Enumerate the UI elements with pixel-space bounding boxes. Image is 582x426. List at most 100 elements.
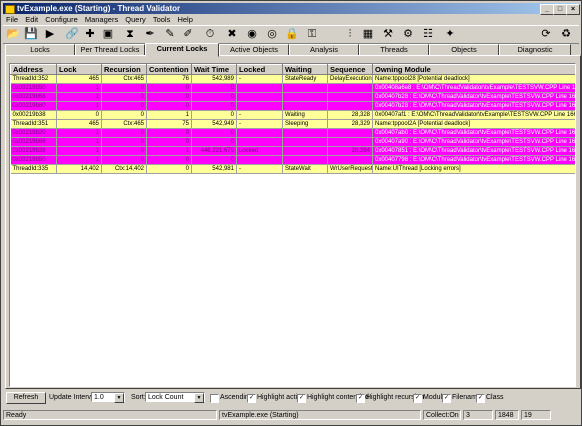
column-header[interactable]: Waiting [282, 64, 328, 75]
table-row[interactable]: 0x00219b38 1 0 1 446,221,679 Locked 28,284 0x00… [10, 146, 575, 156]
table-cell: 0 [191, 128, 237, 138]
column-header[interactable]: Lock [56, 64, 102, 75]
table-row[interactable]: 0x00219b20 1 0 0 0 0x00407ab0 : E:\OM\C\Threa… [10, 128, 575, 138]
table-cell: 0x00407b28 : E:\OM\C\ThreadValidator\tvE… [372, 92, 575, 102]
pen-icon[interactable]: ✒ [143, 28, 157, 41]
menu-tools[interactable]: Tools [153, 15, 171, 24]
table-cell: 0x00407b28 : E:\OM\C\ThreadValidator\tvE… [372, 101, 575, 111]
key-icon[interactable]: ⚿ [305, 28, 319, 41]
table-cell: 1 [56, 155, 102, 165]
tab-current-locks[interactable]: Current Locks [145, 43, 219, 57]
gear-icon[interactable]: ⚙ [401, 28, 415, 41]
table-cell: 28,328 [327, 110, 373, 120]
settings-icon[interactable]: ✦ [443, 28, 457, 41]
chevron-down-icon[interactable]: ▼ [114, 393, 124, 403]
status-count-b: 1848 [495, 410, 519, 420]
stopwatch-icon[interactable]: ⏱ [203, 28, 217, 41]
table-row[interactable]: 0x00219b68 1 0 0 0 0x00407a90 : E:\OM\C\Threa… [10, 137, 575, 147]
ascending-checkbox[interactable] [210, 394, 219, 403]
menu-managers[interactable]: Managers [85, 15, 118, 24]
table-row[interactable]: 0x00219b50 1 0 0 0 0x00408a6e8 : E:\OM\C\Thre… [10, 83, 575, 93]
table-cell: 0x00219b20 [10, 128, 57, 138]
table-cell [282, 83, 328, 93]
column-header[interactable]: Locked [236, 64, 283, 75]
table-cell: 542,981 [191, 164, 237, 174]
filename-checkbox[interactable]: ✓ [442, 394, 451, 403]
locks-grid[interactable]: Address Lock Recursion Contention Wait Time L… [9, 63, 576, 387]
table-row[interactable]: ThreadId:352 465 Ctx:465 76 542,989- StateRea… [10, 74, 575, 84]
table-row[interactable]: 0x00219b50 1 0 0 0 0x00407798 : E:\OM\C\Threa… [10, 155, 575, 165]
table-cell: 1 [56, 92, 102, 102]
highlight-contended-checkbox[interactable]: ✓ [297, 394, 306, 403]
stop-icon[interactable]: ✖ [225, 28, 239, 41]
table-row[interactable]: 0x00219b68 1 0 0 0 0x00407b28 : E:\OM\C\Threa… [10, 92, 575, 102]
highlight-active-checkbox[interactable]: ✓ [247, 394, 256, 403]
highlight-recursion-checkbox[interactable]: ✓ [356, 394, 365, 403]
table-cell: 0 [191, 110, 237, 120]
chip-icon[interactable]: ▦ [361, 28, 375, 41]
table-row[interactable]: 0x00219b38 0 0 1 0- Waiting 28,328 0x00407af1 :… [10, 110, 575, 120]
table-cell [327, 155, 373, 165]
class-label: Class [486, 394, 504, 401]
table-cell: 1 [146, 146, 192, 156]
maximize-button[interactable]: □ [553, 4, 567, 15]
save-icon[interactable]: 💾 [24, 28, 38, 41]
close-button[interactable]: × [566, 4, 580, 15]
table-cell: 0x00219b50 [10, 155, 57, 165]
menu-help[interactable]: Help [177, 15, 192, 24]
sort-select[interactable]: Lock Count ▼ [145, 392, 205, 403]
table-cell: 542,949 [191, 119, 237, 129]
chart-icon[interactable]: ☷ [421, 28, 435, 41]
table-cell [282, 137, 328, 147]
menu-edit[interactable]: Edit [25, 15, 38, 24]
table-cell: 0 [146, 83, 192, 93]
refresh-icon[interactable]: ⟳ [539, 28, 553, 41]
attach-icon[interactable]: 🔗 [65, 28, 79, 41]
menu-configure[interactable]: Configure [45, 15, 78, 24]
column-header[interactable]: Sequence [327, 64, 373, 75]
target-icon[interactable]: ◎ [265, 28, 279, 41]
app-icon [5, 5, 15, 14]
update-interval-select[interactable]: 1.0 ▼ [91, 392, 125, 403]
table-cell: Ctx:465 [101, 119, 147, 129]
menu-query[interactable]: Query [125, 15, 145, 24]
table-cell: 0x00219b68 [10, 137, 57, 147]
column-header[interactable]: Contention [146, 64, 192, 75]
menu-file[interactable]: File [6, 15, 18, 24]
table-cell: 0 [191, 92, 237, 102]
inject-icon[interactable]: ✚ [83, 28, 97, 41]
minimize-button[interactable]: _ [540, 4, 554, 15]
table-cell: 465 [56, 74, 102, 84]
table-cell: 0x00407a90 : E:\OM\C\ThreadValidator\tvE… [372, 137, 575, 147]
chevron-down-icon[interactable]: ▼ [194, 393, 204, 403]
table-cell: 0x00219b80 [10, 101, 57, 111]
column-header[interactable]: Address [10, 64, 57, 75]
module-checkbox[interactable]: ✓ [413, 394, 422, 403]
globe-icon[interactable]: ◉ [245, 28, 259, 41]
brush-icon[interactable]: ✐ [181, 28, 195, 41]
launch-icon[interactable]: ▶ [43, 28, 57, 41]
tools-icon[interactable]: ⚒ [381, 28, 395, 41]
refresh-button[interactable]: Refresh [6, 392, 46, 404]
table-row[interactable]: ThreadId:351 465 Ctx:465 75 542,949- Sleeping… [10, 119, 575, 129]
table-row[interactable]: ThreadId:335 14,402 Ctx:14,402 0 542,981- Sta… [10, 164, 575, 174]
table-row[interactable]: 0x00219b80 1 0 0 0 0x00407b28 : E:\OM\C\Threa… [10, 101, 575, 111]
column-header[interactable]: Owning Module [372, 64, 575, 75]
lock-icon[interactable]: 🔒 [285, 28, 299, 41]
table-cell: 0 [146, 155, 192, 165]
recycle-icon[interactable]: ♻ [559, 28, 573, 41]
wait-icon[interactable]: ⧗ [123, 28, 137, 41]
monitor-icon[interactable]: ▣ [101, 28, 115, 41]
toolbar: 📂 💾 ▶ 🔗 ✚ ▣ ⧗ ✒ ✎ ✐ ⏱ ✖ ◉ ◎ 🔒 ⚿ ⫶ ▦ ⚒ ⚙ … [3, 25, 579, 44]
table-cell: Waiting [282, 110, 328, 120]
table-cell: Name:tppool28 [Potential deadlock] [372, 74, 575, 84]
table-cell [236, 137, 283, 147]
pencil-icon[interactable]: ✎ [163, 28, 177, 41]
class-checkbox[interactable]: ✓ [476, 394, 485, 403]
thread-icon[interactable]: ⫶ [343, 28, 357, 41]
table-cell: ThreadId:352 [10, 74, 57, 84]
table-cell [282, 155, 328, 165]
column-header[interactable]: Wait Time [191, 64, 237, 75]
open-icon[interactable]: 📂 [6, 28, 20, 41]
column-header[interactable]: Recursion [101, 64, 147, 75]
